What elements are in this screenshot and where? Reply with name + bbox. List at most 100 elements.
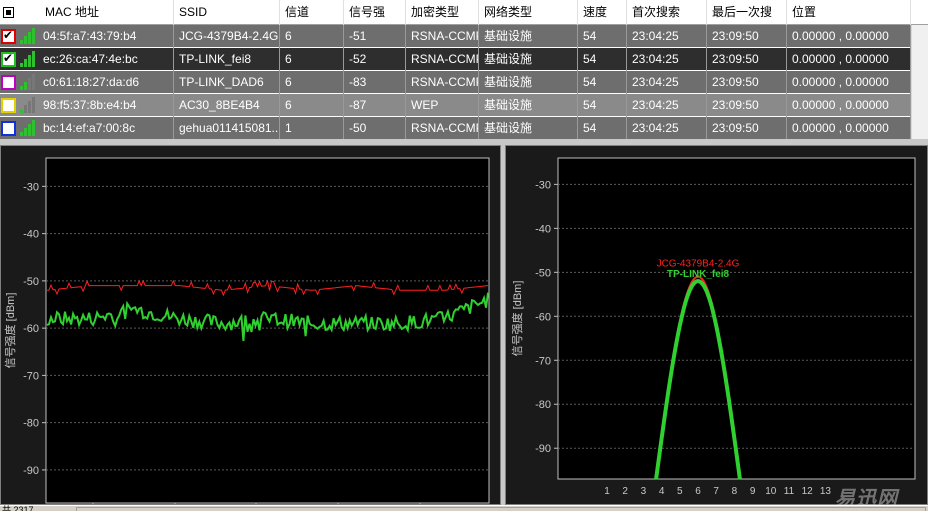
select-all-checkbox[interactable]	[3, 7, 14, 18]
encryption-cell: RSNA-CCMP	[406, 71, 479, 94]
last-seen-cell: 23:09:50	[707, 48, 787, 71]
encryption-cell: RSNA-CCMP	[406, 25, 479, 48]
row-checkbox[interactable]	[1, 121, 16, 136]
x-tick-label: 11	[784, 486, 795, 497]
ssid-cell: gehua011415081...	[174, 117, 280, 139]
network-type-cell: 基础设施	[479, 48, 578, 71]
signal-cell: -83	[344, 71, 406, 94]
position-cell: 0.00000 , 0.00000	[787, 71, 911, 94]
encryption-cell: RSNA-CCMP	[406, 117, 479, 139]
signal-cell: -87	[344, 94, 406, 117]
signal-time-pane: -30-40-50-60-70-80-9023:0523:0623:0723:0…	[0, 145, 501, 511]
mac-cell: 04:5f:a7:43:79:b4	[38, 25, 174, 48]
column-header-ssid[interactable]: SSID	[174, 0, 280, 25]
signal-time-chart: -30-40-50-60-70-80-9023:0523:0623:0723:0…	[3, 157, 490, 511]
speed-cell: 54	[578, 71, 627, 94]
row-checkbox[interactable]: ✔	[1, 28, 16, 44]
signal-strength-icon	[20, 28, 38, 44]
row-checkbox[interactable]: ✔	[1, 51, 16, 67]
signal-strength-icon	[20, 74, 38, 90]
y-axis-label: 信号强度 [dBm]	[3, 293, 17, 369]
network-type-cell: 基础设施	[479, 117, 578, 139]
x-tick-label: 10	[765, 486, 777, 497]
speed-cell: 54	[578, 117, 627, 139]
y-tick-label: -70	[535, 355, 551, 367]
first-seen-cell: 23:04:25	[627, 117, 707, 139]
x-tick-label: 7	[713, 486, 719, 497]
last-seen-cell: 23:09:50	[707, 94, 787, 117]
x-tick-label: 8	[732, 486, 738, 497]
column-header-signal[interactable]: 信号强	[344, 0, 406, 25]
x-tick-label: 3	[641, 486, 647, 497]
mac-cell: 98:f5:37:8b:e4:b4	[38, 94, 174, 117]
column-header-first-seen[interactable]: 首次搜索	[627, 0, 707, 25]
column-header-channel[interactable]: 信道	[280, 0, 344, 25]
table-row[interactable]: 98:f5:37:8b:e4:b4 AC30_8BE4B4 6 -87 WEP 基础设施 5…	[0, 94, 928, 117]
column-header-last-seen[interactable]: 最后一次搜	[707, 0, 787, 25]
x-tick-label: 1	[604, 486, 610, 497]
table-row[interactable]: c0:61:18:27:da:d6 TP-LINK_DAD6 6 -83 RSNA-CC…	[0, 71, 928, 94]
y-tick-label: -90	[535, 443, 551, 455]
channel-cell: 6	[280, 94, 344, 117]
column-header-position[interactable]: 位置	[787, 0, 911, 25]
mac-cell: c0:61:18:27:da:d6	[38, 71, 174, 94]
status-panel	[76, 507, 926, 511]
row-checkbox[interactable]	[1, 98, 16, 113]
last-seen-cell: 23:09:50	[707, 25, 787, 48]
plot-area	[45, 157, 490, 504]
encryption-cell: WEP	[406, 94, 479, 117]
y-tick-label: -60	[23, 323, 39, 335]
column-header-mac[interactable]: MAC 地址	[40, 0, 174, 25]
first-seen-cell: 23:04:25	[627, 94, 707, 117]
y-tick-label: -40	[23, 229, 39, 241]
ssid-cell: TP-LINK_DAD6	[174, 71, 280, 94]
y-tick-label: -50	[23, 276, 39, 288]
table-row[interactable]: ✔ ec:26:ca:47:4e:bc TP-LINK_fei8 6 -52 RSNA-C…	[0, 48, 928, 71]
checkmark-icon: ✔	[3, 28, 14, 42]
channel-cell: 6	[280, 25, 344, 48]
status-bar: 共 2317	[0, 505, 928, 511]
row-checkbox[interactable]	[1, 75, 16, 90]
y-tick-label: -30	[535, 179, 551, 191]
wifi-network-table: MAC 地址 SSID 信道 信号强 加密类型 网络类型 速度 首次搜索 最后一…	[0, 0, 928, 139]
speed-cell: 54	[578, 94, 627, 117]
table-scrollbar[interactable]	[911, 25, 928, 139]
ssid-cell: TP-LINK_fei8	[174, 48, 280, 71]
y-tick-label: -50	[535, 267, 551, 279]
plot-area	[557, 157, 916, 480]
x-tick-label: 2	[622, 486, 628, 497]
column-header-speed[interactable]: 速度	[578, 0, 627, 25]
series-label-jcg: JCG-4379B4-2.4G	[657, 259, 740, 270]
y-tick-label: -80	[23, 418, 39, 430]
x-tick-label: 9	[750, 486, 756, 497]
network-type-cell: 基础设施	[479, 94, 578, 117]
first-seen-cell: 23:04:25	[627, 25, 707, 48]
series-label-tplink: TP-LINK_fei8	[667, 269, 730, 280]
table-row[interactable]: bc:14:ef:a7:00:8c gehua011415081... 1 -50 RS…	[0, 117, 928, 139]
channel-cell: 1	[280, 117, 344, 139]
mac-cell: ec:26:ca:47:4e:bc	[38, 48, 174, 71]
signal-channel-pane: -30 -40 -50 -60 -70 -80 -90 1 2 3 4 5 6 7 8 9 10 11 12 13 信号…	[505, 145, 928, 505]
y-tick-label: -60	[535, 311, 551, 323]
signal-strength-icon	[20, 51, 38, 67]
channel-cell: 6	[280, 48, 344, 71]
position-cell: 0.00000 , 0.00000	[787, 48, 911, 71]
y-tick-label: -90	[23, 465, 39, 477]
last-seen-cell: 23:09:50	[707, 117, 787, 139]
y-tick-label: -30	[23, 181, 39, 193]
signal-channel-chart: -30-40-50-60-70-80-901 2 3 4 5 6 7 8 9 10 11 12 13信号…	[510, 157, 916, 497]
signal-strength-icon	[20, 120, 38, 136]
y-axis-label: 信号强度 [dBm]	[510, 281, 524, 357]
network-type-cell: 基础设施	[479, 25, 578, 48]
ssid-cell: JCG-4379B4-2.4G	[174, 25, 280, 48]
x-tick-label: 12	[802, 486, 814, 497]
table-row[interactable]: ✔ 04:5f:a7:43:79:b4 JCG-4379B4-2.4G 6 -51 RSN…	[0, 25, 928, 48]
column-header-encryption[interactable]: 加密类型	[406, 0, 479, 25]
x-tick-label: 4	[659, 486, 665, 497]
y-tick-label: -70	[23, 370, 39, 382]
y-tick-label: -80	[535, 399, 551, 411]
first-seen-cell: 23:04:25	[627, 48, 707, 71]
network-type-cell: 基础设施	[479, 71, 578, 94]
column-header-network-type[interactable]: 网络类型	[479, 0, 578, 25]
position-cell: 0.00000 , 0.00000	[787, 94, 911, 117]
